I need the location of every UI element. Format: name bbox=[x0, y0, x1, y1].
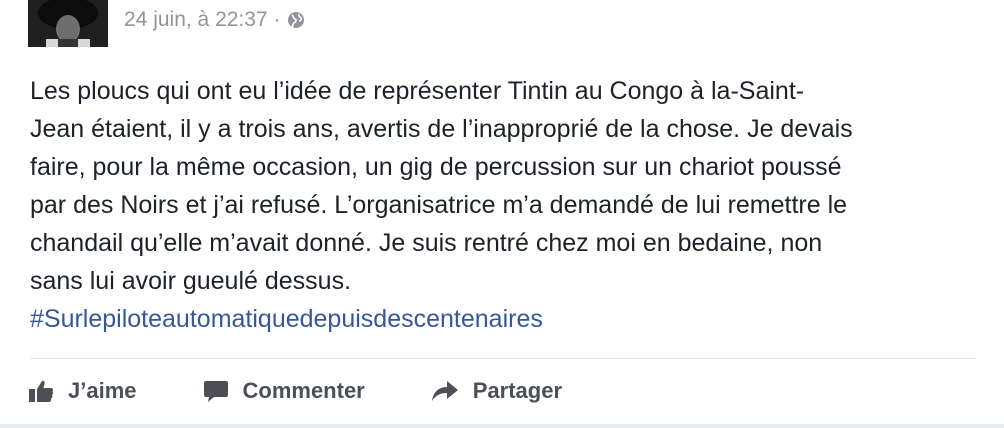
comment-button[interactable]: Commenter bbox=[203, 378, 365, 404]
avatar-photo bbox=[28, 0, 108, 47]
divider bbox=[30, 358, 976, 359]
post-bottom-border bbox=[0, 424, 1004, 428]
avatar[interactable] bbox=[28, 0, 108, 47]
share-button[interactable]: Partager bbox=[431, 378, 562, 404]
comment-label: Commenter bbox=[242, 378, 365, 403]
share-label: Partager bbox=[472, 378, 563, 403]
thumbs-up-icon bbox=[28, 379, 54, 403]
post-timestamp[interactable]: 24 juin, à 22:37 bbox=[124, 8, 268, 32]
post-text: Les ploucs qui ont eu l’idée de représen… bbox=[30, 77, 853, 295]
facebook-post: 24 juin, à 22:37 · Les ploucs qui ont eu… bbox=[0, 0, 1004, 428]
post-body: Les ploucs qui ont eu l’idée de représen… bbox=[30, 72, 975, 338]
action-bar: J’aime Commenter Partager bbox=[28, 368, 628, 414]
like-button[interactable]: J’aime bbox=[28, 378, 137, 404]
share-arrow-icon bbox=[431, 379, 459, 403]
post-header: 24 juin, à 22:37 · bbox=[28, 0, 305, 48]
like-label: J’aime bbox=[68, 378, 137, 403]
hashtag-link[interactable]: #Surlepiloteautomatiquedepuisdescentenai… bbox=[30, 300, 975, 338]
post-meta: 24 juin, à 22:37 · bbox=[124, 8, 305, 32]
meta-separator: · bbox=[273, 8, 281, 31]
comment-icon bbox=[203, 379, 229, 403]
globe-icon[interactable] bbox=[287, 11, 305, 29]
